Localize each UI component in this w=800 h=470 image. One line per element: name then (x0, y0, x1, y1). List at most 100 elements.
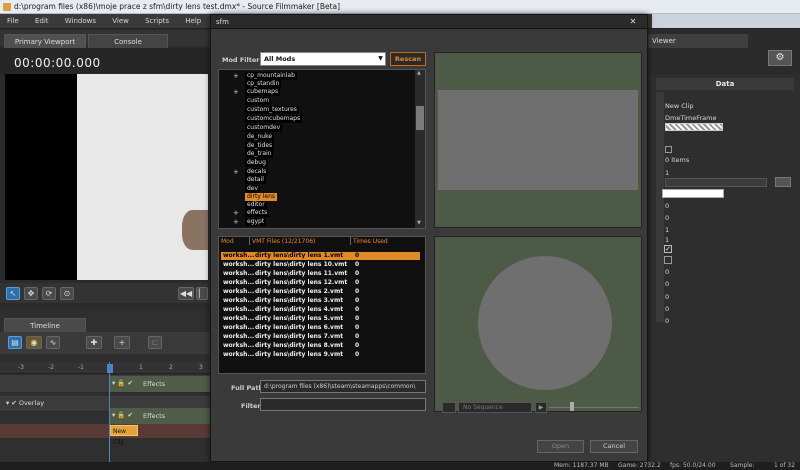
tree-item[interactable]: effects (245, 209, 270, 217)
tree-item[interactable]: detail (245, 176, 266, 184)
expand-icon[interactable]: + (233, 72, 239, 80)
menu-file[interactable]: File (0, 14, 26, 29)
full-path-field[interactable]: d:\program files (x86)\steam\steamapps\c… (260, 380, 426, 393)
rescan-button[interactable]: Rescan (390, 52, 426, 66)
tree-item[interactable]: editor (245, 201, 267, 209)
tree-item[interactable]: cubemaps (245, 88, 281, 96)
status-bar: Mem: 1187.37 MB Game: 2732.2 fps: 50.0/2… (0, 462, 800, 470)
tab-primary-viewport[interactable]: Primary Viewport (4, 34, 86, 48)
snap-icon[interactable]: ⊏ (148, 336, 162, 349)
overlay-track-label: Overlay (18, 399, 45, 407)
play-icon[interactable]: ▶ (535, 402, 547, 413)
panel-scrollbar[interactable] (656, 92, 664, 322)
preview-toggle[interactable] (442, 402, 456, 413)
row-file: dirty lens\dirty lens 10.vmt (255, 261, 348, 268)
col-header-times[interactable]: Times Used (353, 238, 388, 245)
checkbox[interactable] (665, 146, 672, 153)
move-tool-icon[interactable]: ✥ (24, 287, 38, 300)
tree-item-selected[interactable]: dirty lens (245, 193, 278, 201)
tree-item[interactable]: decals (245, 168, 269, 176)
tree-scroll-thumb[interactable] (416, 106, 424, 130)
file-row[interactable]: worksh... dirty lens\dirty lens 11.vmt 0 (221, 270, 420, 278)
select-tool-icon[interactable]: ↖ (6, 287, 20, 300)
tree-item[interactable]: cp_mountainlab (245, 72, 297, 80)
folder-tree[interactable]: + cp_mountainlab cp_standin + cubemaps c… (218, 69, 426, 229)
status-game: Game: 2732.2 (618, 462, 661, 469)
data-items: 0 items (665, 156, 690, 164)
preview-slider-thumb[interactable] (570, 402, 574, 411)
file-row[interactable]: worksh... dirty lens\dirty lens 8.vmt 0 (221, 342, 420, 350)
tree-item[interactable]: de_train (245, 150, 274, 158)
file-row[interactable]: worksh... dirty lens\dirty lens 4.vmt 0 (221, 306, 420, 314)
rewind-icon[interactable]: ◀◀ (178, 287, 194, 300)
cancel-button[interactable]: Cancel (590, 440, 638, 453)
file-row[interactable]: worksh... dirty lens\dirty lens 3.vmt 0 (221, 297, 420, 305)
window-title: d:\program files (x86)\moje prace z sfm\… (0, 0, 800, 14)
playhead-handle[interactable] (107, 364, 113, 373)
col-header-files[interactable]: VMT Files (12/21706) (252, 238, 315, 245)
col-header-mod[interactable]: Mod (221, 238, 234, 245)
tree-item[interactable]: custom (245, 97, 272, 105)
add-marker-icon[interactable]: ✚ (86, 336, 102, 349)
sequence-select[interactable]: No Sequence (458, 402, 532, 413)
menu-windows[interactable]: Windows (58, 14, 103, 29)
data-button[interactable] (775, 177, 791, 187)
checkbox[interactable] (664, 256, 672, 264)
menu-view[interactable]: View (105, 14, 136, 29)
tree-scrollbar[interactable] (415, 70, 425, 228)
text-field[interactable] (662, 189, 724, 198)
tab-viewer[interactable]: Viewer (648, 34, 748, 48)
checkbox-checked[interactable]: ✓ (664, 245, 672, 253)
scroll-up-icon[interactable]: ▲ (417, 70, 421, 76)
clip-editor-icon[interactable]: ▤ (8, 336, 22, 349)
file-row[interactable]: worksh... dirty lens\dirty lens 2.vmt 0 (221, 288, 420, 296)
file-row[interactable]: worksh... dirty lens\dirty lens 12.vmt 0 (221, 279, 420, 287)
expand-icon[interactable]: + (233, 168, 239, 176)
tree-item[interactable]: debug (245, 159, 268, 167)
expand-icon[interactable]: + (233, 209, 239, 217)
tree-item[interactable]: custom_textures (245, 106, 299, 114)
graph-editor-icon[interactable]: ∿ (46, 336, 60, 349)
file-row[interactable]: worksh... dirty lens\dirty lens 7.vmt 0 (221, 333, 420, 341)
chevron-down-icon[interactable]: ▼ (375, 52, 386, 66)
app-icon (3, 3, 11, 11)
expand-icon[interactable]: + (233, 218, 239, 226)
open-button[interactable]: Open (537, 440, 584, 453)
mod-filter-select[interactable]: All Mods (260, 52, 386, 66)
tree-item[interactable]: dev (245, 185, 261, 193)
tree-item[interactable]: customdev (245, 124, 283, 132)
data-value: 1 (665, 169, 670, 177)
close-icon[interactable]: ✕ (622, 16, 644, 27)
tab-console[interactable]: Console (88, 34, 168, 48)
data-value: 1 (665, 236, 670, 244)
prev-frame-icon[interactable]: ▏ (196, 287, 208, 300)
tree-item[interactable]: egypt (245, 218, 267, 226)
filter-input[interactable] (260, 398, 426, 411)
tree-item[interactable]: de_tides (245, 142, 275, 150)
rotate-tool-icon[interactable]: ⟳ (42, 287, 56, 300)
expand-icon[interactable]: + (233, 88, 239, 96)
reset-tool-icon[interactable]: ⊙ (60, 287, 74, 300)
gear-icon[interactable]: ⚙ (768, 50, 792, 66)
preview-slider-track[interactable] (549, 407, 639, 408)
menu-edit[interactable]: Edit (28, 14, 56, 29)
menu-scripts[interactable]: Scripts (138, 14, 176, 29)
add-track-icon[interactable]: + (114, 336, 130, 349)
new-clip-block[interactable]: New Clip (110, 425, 138, 446)
viewport-figure (182, 210, 208, 250)
data-field[interactable] (665, 178, 767, 187)
file-row[interactable]: worksh... dirty lens\dirty lens 6.vmt 0 (221, 324, 420, 332)
file-row-selected[interactable]: worksh... dirty lens\dirty lens 1.vmt 0 (221, 252, 420, 260)
motion-editor-icon[interactable]: ◉ (26, 336, 42, 349)
file-row[interactable]: worksh... dirty lens\dirty lens 5.vmt 0 (221, 315, 420, 323)
file-row[interactable]: worksh... dirty lens\dirty lens 9.vmt 0 (221, 351, 420, 359)
color-swatch[interactable] (665, 123, 723, 131)
tree-item[interactable]: de_nuke (245, 133, 275, 141)
tree-item[interactable]: customcubemaps (245, 115, 303, 123)
scroll-down-icon[interactable]: ▼ (417, 220, 421, 226)
tree-item[interactable]: cp_standin (245, 80, 282, 88)
menu-help[interactable]: Help (178, 14, 208, 29)
overlay-label: ▾ ✔ Overlay (6, 399, 45, 407)
tab-timeline[interactable]: Timeline (4, 318, 86, 332)
file-row[interactable]: worksh... dirty lens\dirty lens 10.vmt 0 (221, 261, 420, 269)
